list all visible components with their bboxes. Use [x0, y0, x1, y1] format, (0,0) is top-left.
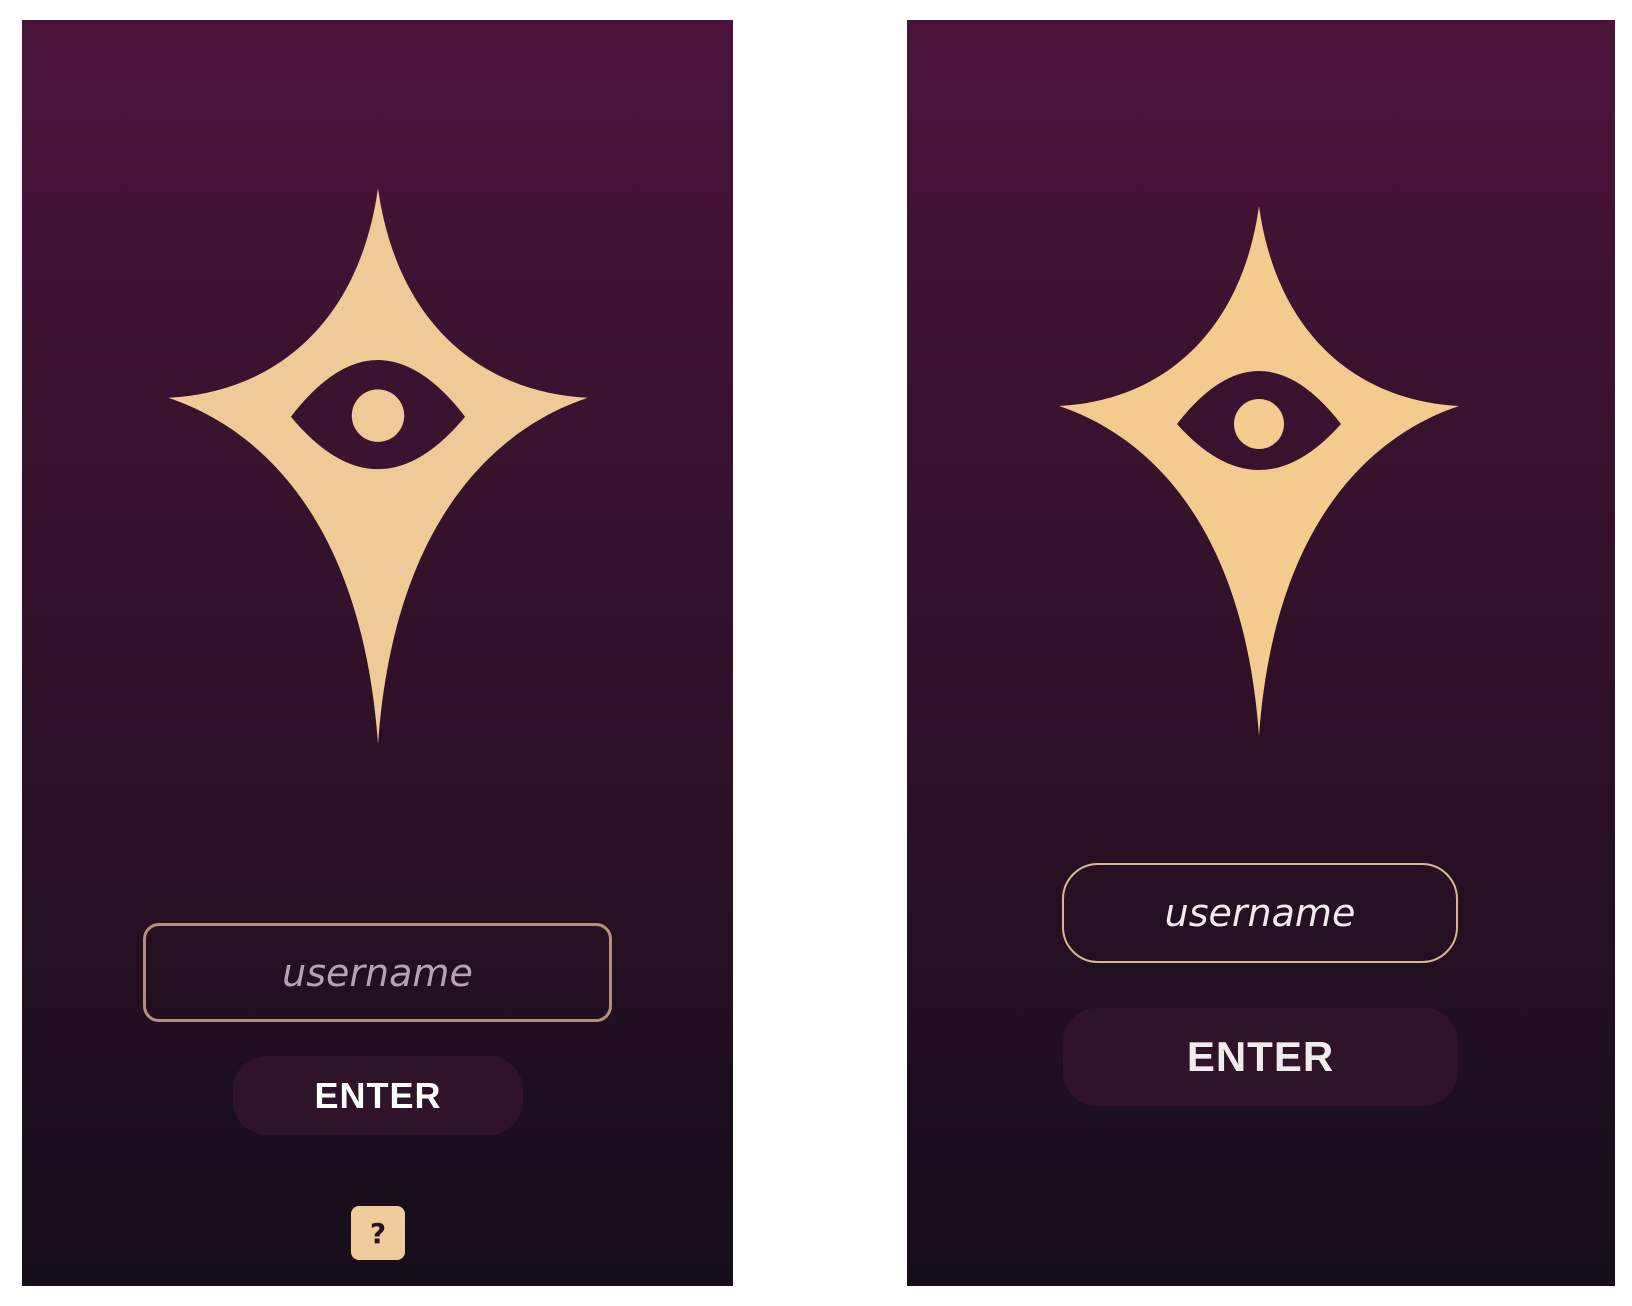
enter-button[interactable]: ENTER — [233, 1056, 523, 1135]
star-eye-logo-icon — [1059, 206, 1459, 736]
login-screen-right: ENTER — [907, 20, 1615, 1286]
star-eye-logo-icon — [168, 188, 588, 744]
login-screen-left: ENTER ? — [22, 20, 733, 1286]
username-field[interactable] — [1062, 863, 1458, 963]
help-button[interactable]: ? — [351, 1206, 405, 1260]
username-field[interactable] — [143, 923, 612, 1022]
enter-button[interactable]: ENTER — [1063, 1008, 1458, 1106]
username-input[interactable] — [146, 926, 609, 1019]
username-input[interactable] — [1064, 865, 1456, 961]
